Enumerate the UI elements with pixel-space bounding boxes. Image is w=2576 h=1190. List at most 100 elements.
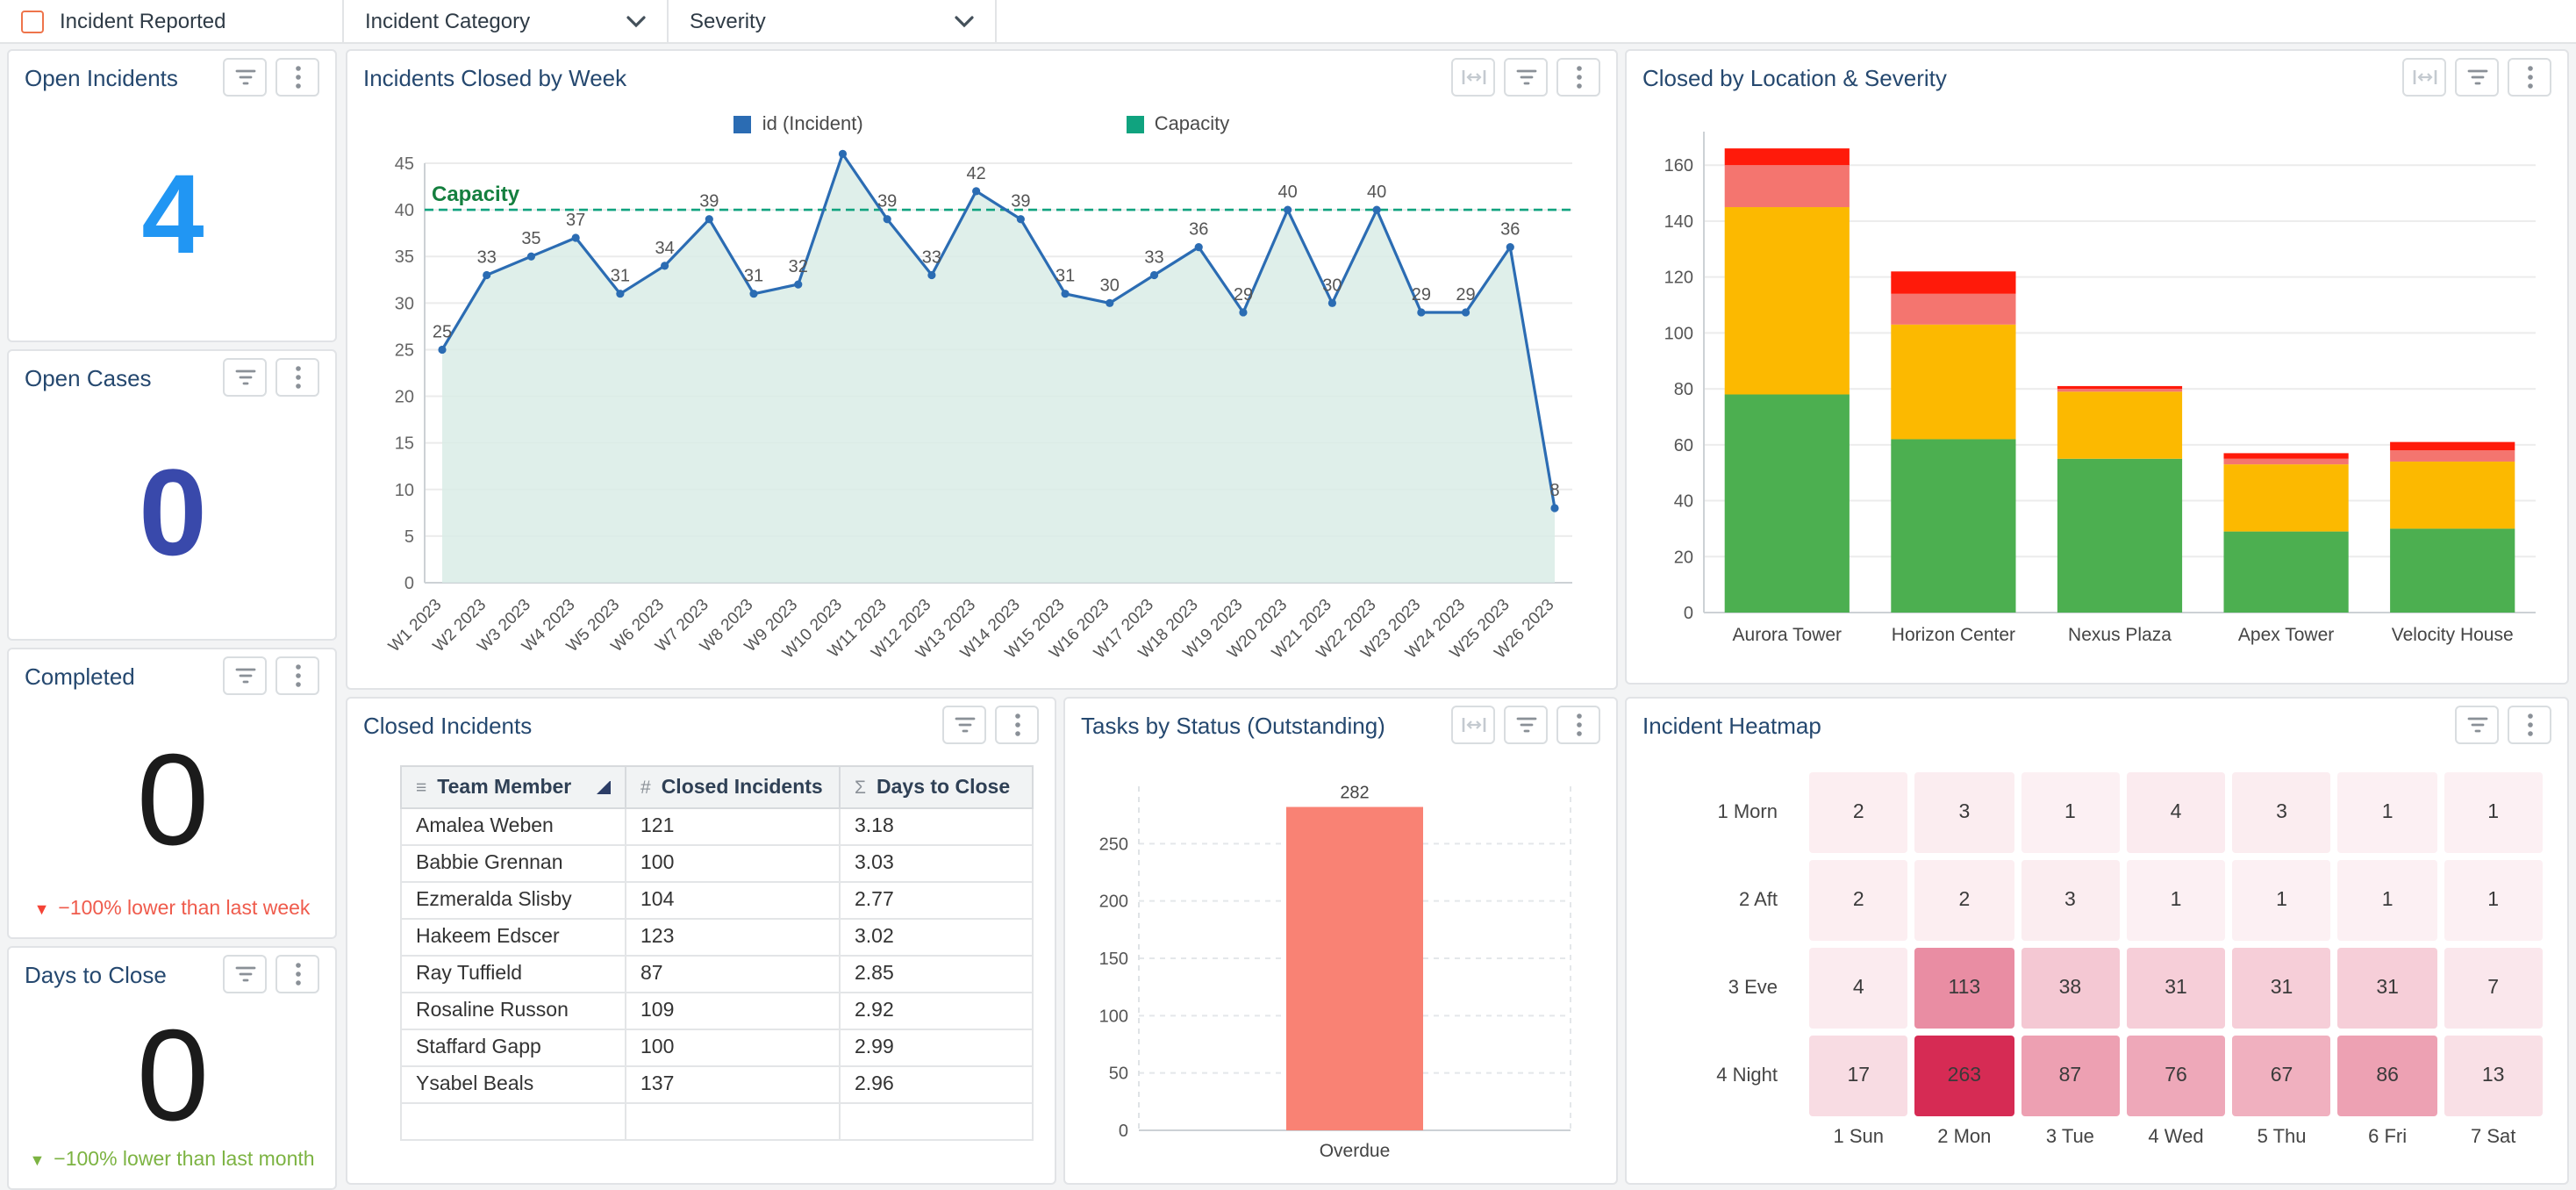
stacked-bar-segment[interactable]: [2224, 453, 2349, 458]
card-title: Open Incidents: [25, 64, 214, 90]
heatmap-cell[interactable]: 3: [2232, 772, 2331, 853]
svg-text:35: 35: [395, 247, 414, 267]
svg-text:100: 100: [1664, 324, 1693, 343]
table-cell: 3.03: [840, 845, 1033, 882]
svg-text:33: 33: [1144, 247, 1163, 267]
heatmap-cell[interactable]: 1: [2338, 860, 2437, 941]
table-column-header[interactable]: ≡Team Member: [401, 766, 626, 808]
heatmap-cell[interactable]: 76: [2127, 1036, 2226, 1116]
kebab-menu-icon[interactable]: [1556, 58, 1600, 97]
stacked-bar-segment[interactable]: [2224, 464, 2349, 531]
heatmap-cell[interactable]: 4: [1809, 948, 1908, 1029]
filter-icon[interactable]: [223, 656, 267, 695]
heatmap-cell[interactable]: 87: [2021, 1036, 2120, 1116]
stacked-bar-segment[interactable]: [1891, 271, 2015, 293]
stacked-bar-segment[interactable]: [2224, 459, 2349, 464]
table-column-header[interactable]: ΣDays to Close: [840, 766, 1033, 808]
filter-icon[interactable]: [1504, 58, 1548, 97]
heatmap-cell[interactable]: 4: [2127, 772, 2226, 853]
table-row[interactable]: Ezmeralda Slisby1042.77: [401, 882, 1033, 919]
table-row[interactable]: Ysabel Beals1372.96: [401, 1066, 1033, 1103]
heatmap-cell[interactable]: 2: [1915, 860, 2014, 941]
kebab-menu-icon[interactable]: [275, 358, 319, 397]
stacked-bar-segment[interactable]: [2057, 389, 2182, 391]
heatmap-cell[interactable]: 1: [2444, 772, 2543, 853]
table-cell: 2.77: [840, 882, 1033, 919]
stacked-bar-segment[interactable]: [1725, 394, 1850, 613]
heatmap-cell[interactable]: 3: [1915, 772, 2014, 853]
filter-icon[interactable]: [223, 58, 267, 97]
fit-width-icon[interactable]: [1451, 706, 1495, 744]
filter-icon[interactable]: [2455, 58, 2499, 97]
table-row[interactable]: Hakeem Edscer1233.02: [401, 919, 1033, 956]
heatmap-cell[interactable]: 2: [1809, 860, 1908, 941]
stacked-bar-segment[interactable]: [2390, 450, 2515, 462]
stacked-bar-segment[interactable]: [1891, 439, 2015, 613]
heatmap-cell[interactable]: 13: [2444, 1036, 2543, 1116]
stacked-bar-segment[interactable]: [2224, 532, 2349, 613]
filter-severity-dropdown[interactable]: Severity: [669, 0, 997, 42]
stacked-bar-segment[interactable]: [2390, 528, 2515, 613]
stacked-bar-segment[interactable]: [1725, 207, 1850, 394]
filter-icon[interactable]: [942, 706, 986, 744]
fit-width-icon[interactable]: [2402, 58, 2446, 97]
heatmap-cell[interactable]: 31: [2232, 948, 2331, 1029]
stacked-bar-segment[interactable]: [2057, 391, 2182, 458]
heatmap-cell[interactable]: 31: [2127, 948, 2226, 1029]
heatmap-cell[interactable]: 7: [2444, 948, 2543, 1029]
heatmap-cell[interactable]: 113: [1915, 948, 2014, 1029]
filter-icon[interactable]: [223, 955, 267, 993]
filter-incident-category-dropdown[interactable]: Incident Category: [344, 0, 669, 42]
table-cell: Amalea Weben: [401, 808, 626, 845]
filter-icon[interactable]: [223, 358, 267, 397]
legend-swatch-incident: [734, 116, 752, 133]
heatmap-cell[interactable]: 3: [2021, 860, 2120, 941]
stacked-bar-segment[interactable]: [1725, 148, 1850, 165]
card-title: Incident Heatmap: [1642, 712, 2446, 738]
table-row[interactable]: Amalea Weben1213.18: [401, 808, 1033, 845]
heatmap-cell[interactable]: 31: [2338, 948, 2437, 1029]
stacked-bar-segment[interactable]: [1891, 294, 2015, 325]
table-row[interactable]: Babbie Grennan1003.03: [401, 845, 1033, 882]
stacked-bar-segment[interactable]: [1891, 325, 2015, 440]
stacked-bar-segment[interactable]: [2057, 386, 2182, 389]
table-row[interactable]: Ray Tuffield872.85: [401, 956, 1033, 993]
heatmap-cell[interactable]: 1: [2127, 860, 2226, 941]
heatmap-cell[interactable]: 2: [1809, 772, 1908, 853]
svg-text:39: 39: [699, 192, 719, 211]
heatmap-cell[interactable]: 38: [2021, 948, 2120, 1029]
table-column-header[interactable]: #Closed Incidents: [626, 766, 840, 808]
heatmap-cell[interactable]: 1: [2444, 860, 2543, 941]
fit-width-icon[interactable]: [1451, 58, 1495, 97]
heatmap-cell[interactable]: 1: [2338, 772, 2437, 853]
kebab-menu-icon[interactable]: [2508, 706, 2551, 744]
table-row-empty: [401, 1103, 1033, 1140]
heatmap-cell[interactable]: 1: [2021, 772, 2120, 853]
table-cell: Staffard Gapp: [401, 1029, 626, 1066]
kebab-menu-icon[interactable]: [995, 706, 1039, 744]
table-cell: Ezmeralda Slisby: [401, 882, 626, 919]
table-row[interactable]: Rosaline Russon1092.92: [401, 993, 1033, 1029]
table-cell: 109: [626, 993, 840, 1029]
stacked-bar-segment[interactable]: [2390, 462, 2515, 528]
bar-overdue[interactable]: [1286, 807, 1423, 1130]
heatmap-cell[interactable]: 86: [2338, 1036, 2437, 1116]
kebab-menu-icon[interactable]: [275, 656, 319, 695]
heatmap-cell[interactable]: 17: [1809, 1036, 1908, 1116]
stacked-bar-segment[interactable]: [2057, 459, 2182, 613]
table-row[interactable]: Staffard Gapp1002.99: [401, 1029, 1033, 1066]
kebab-menu-icon[interactable]: [2508, 58, 2551, 97]
stacked-bar-segment[interactable]: [2390, 442, 2515, 451]
heatmap-cell[interactable]: 263: [1915, 1036, 2014, 1116]
checkbox-icon[interactable]: [21, 10, 44, 32]
heatmap-cell[interactable]: 1: [2232, 860, 2331, 941]
stacked-bar-segment[interactable]: [1725, 165, 1850, 207]
incident-dashboard: Incident Reported Incident Category Seve…: [0, 0, 2576, 1190]
filter-icon[interactable]: [1504, 706, 1548, 744]
heatmap-cell[interactable]: 67: [2232, 1036, 2331, 1116]
filter-incident-reported[interactable]: Incident Reported: [0, 0, 344, 42]
kebab-menu-icon[interactable]: [275, 58, 319, 97]
kebab-menu-icon[interactable]: [1556, 706, 1600, 744]
filter-icon[interactable]: [2455, 706, 2499, 744]
kebab-menu-icon[interactable]: [275, 955, 319, 993]
